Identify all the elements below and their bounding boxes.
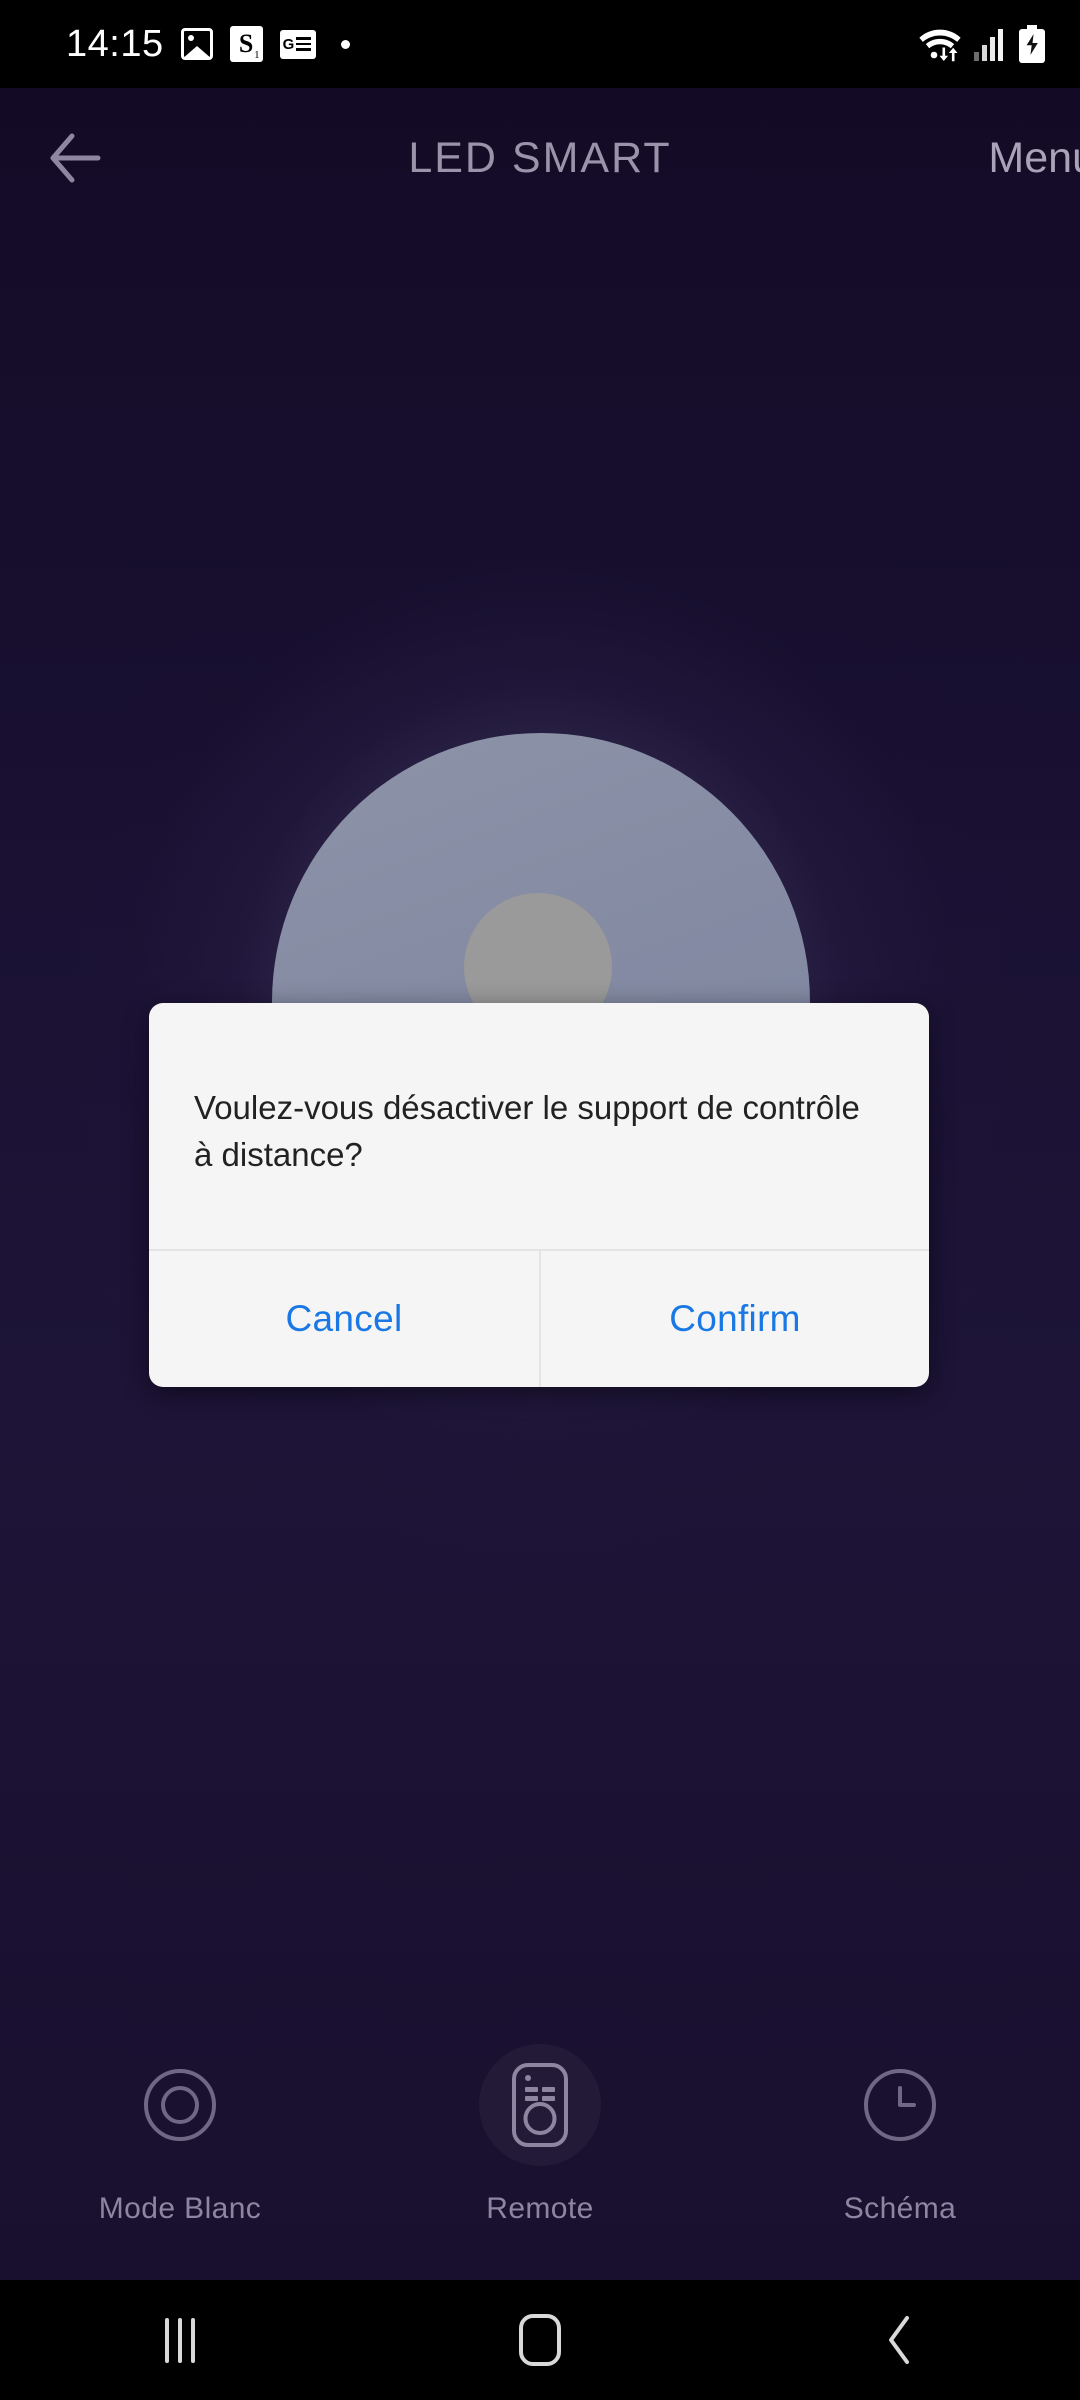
system-navigation-bar (0, 2280, 1080, 2400)
chevron-left-icon (889, 2316, 909, 2364)
status-bar: 14:15 S1 G (0, 0, 1080, 88)
dialog-message: Voulez-vous désactiver le support de con… (194, 1089, 860, 1173)
status-bar-right (918, 25, 1046, 63)
confirm-button[interactable]: Confirm (539, 1250, 929, 1387)
home-button[interactable] (360, 2280, 720, 2400)
notification-dot-icon (340, 39, 350, 49)
cancel-button[interactable]: Cancel (149, 1251, 539, 1387)
wifi-icon (918, 26, 962, 62)
back-button-system[interactable] (720, 2280, 1080, 2400)
recents-icon (165, 2317, 195, 2363)
phone-screen: 14:15 S1 G LED SMART Men Voulez-vous dés… (0, 0, 1080, 2400)
home-icon (519, 2314, 561, 2366)
confirm-dialog: Voulez-vous désactiver le support de con… (149, 1003, 929, 1387)
google-news-icon: G (279, 29, 316, 59)
cellular-signal-icon (974, 27, 1006, 61)
status-bar-left: 14:15 S1 G (66, 25, 350, 63)
battery-charging-icon (1018, 25, 1046, 63)
status-bar-clock: 14:15 (66, 23, 164, 65)
scrabble-icon: S1 (229, 26, 263, 62)
recents-button[interactable] (0, 2280, 360, 2400)
photos-icon (180, 28, 213, 60)
dialog-actions: Cancel Confirm (149, 1248, 929, 1387)
